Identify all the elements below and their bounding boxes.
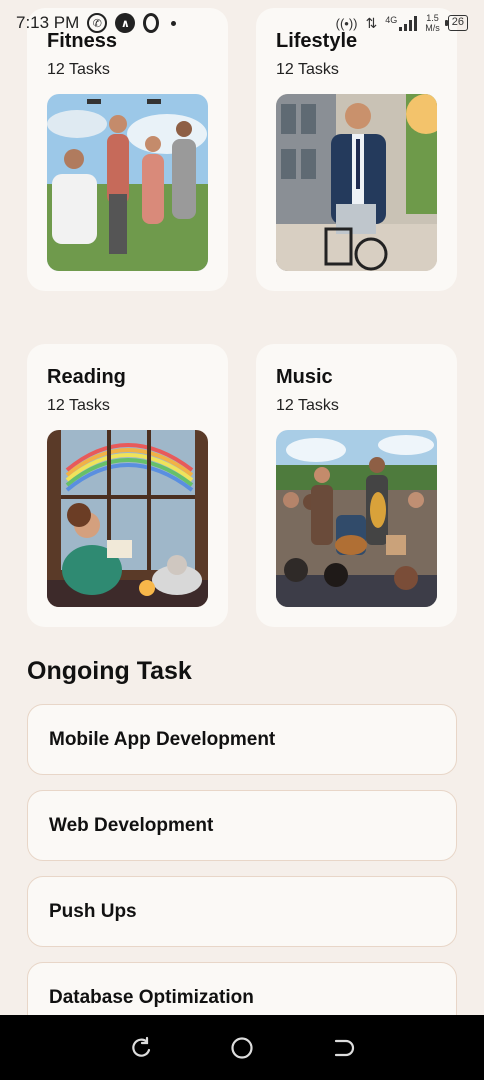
a-app-icon: ∧	[115, 13, 136, 33]
music-image	[276, 430, 437, 607]
category-card-reading[interactable]: Reading 12 Tasks	[27, 344, 228, 627]
task-label: Mobile App Development	[49, 728, 276, 750]
category-card-fitness[interactable]: Fitness 12 Tasks	[27, 8, 228, 291]
ongoing-task-heading: Ongoing Task	[27, 657, 192, 685]
speed-value: 1.5	[426, 13, 439, 23]
lifestyle-image	[276, 94, 437, 271]
fitness-image	[47, 94, 208, 271]
card-task-count: 12 Tasks	[276, 397, 339, 414]
task-label: Web Development	[49, 814, 214, 836]
signal-icon: 4G	[385, 15, 418, 31]
task-label: Database Optimization	[49, 986, 254, 1008]
back-icon[interactable]	[331, 1036, 355, 1060]
reading-image	[47, 430, 208, 607]
task-item[interactable]: Mobile App Development	[27, 704, 457, 775]
task-label: Push Ups	[49, 900, 137, 922]
battery-icon: 26	[444, 15, 468, 31]
hotspot-icon: ((•))	[335, 15, 358, 31]
card-task-count: 12 Tasks	[276, 61, 339, 78]
category-card-lifestyle[interactable]: Lifestyle 12 Tasks	[256, 8, 457, 291]
task-item[interactable]: Push Ups	[27, 876, 457, 947]
speed-unit: M/s	[425, 23, 440, 33]
card-task-count: 12 Tasks	[47, 61, 110, 78]
status-right: ((•)) ⇅ 4G 1.5 M/s 26	[336, 13, 468, 33]
category-card-music[interactable]: Music 12 Tasks	[256, 344, 457, 627]
home-icon[interactable]	[230, 1036, 254, 1060]
status-left: 7:13 PM ✆ ∧	[16, 13, 177, 33]
dot-icon	[171, 20, 177, 26]
status-time: 7:13 PM	[16, 13, 80, 32]
recents-icon[interactable]	[129, 1036, 153, 1060]
data-arrows-icon: ⇅	[365, 14, 378, 31]
network-type: 4G	[385, 15, 398, 25]
card-title: Music	[276, 366, 333, 388]
card-task-count: 12 Tasks	[47, 397, 110, 414]
network-speed: 1.5 M/s	[425, 13, 440, 33]
task-item[interactable]: Web Development	[27, 790, 457, 861]
status-bar: 7:13 PM ✆ ∧ ((•)) ⇅ 4G 1.5 M/s 26	[0, 0, 484, 46]
opera-icon	[143, 13, 160, 33]
whatsapp-icon: ✆	[87, 13, 108, 33]
card-title: Reading	[47, 366, 126, 388]
system-navigation-bar	[0, 1015, 484, 1080]
battery-level: 26	[451, 16, 464, 28]
